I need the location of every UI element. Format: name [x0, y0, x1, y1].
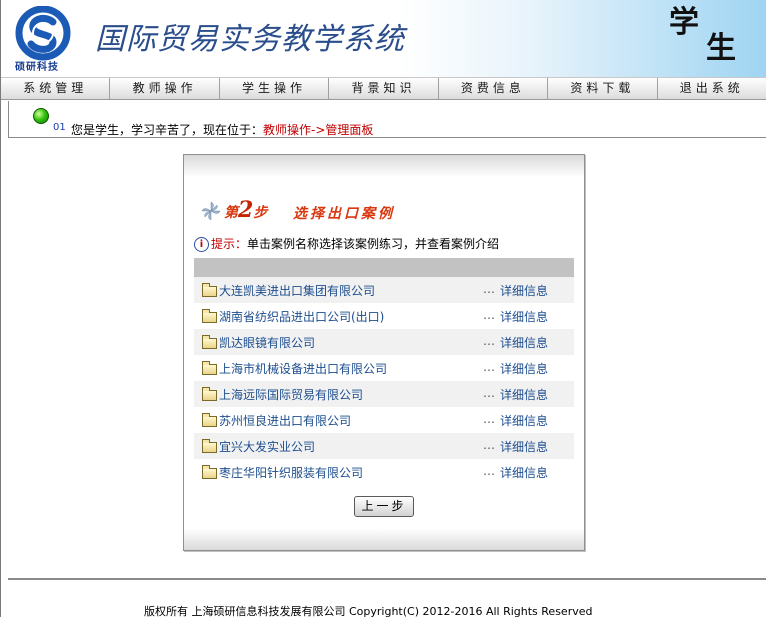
folder-icon	[202, 309, 217, 323]
footer-divider	[8, 578, 766, 580]
list-item: 大连凯美进出口集团有限公司 … 详细信息	[194, 277, 574, 303]
location-text: 您是学生，学习辛苦了，现在位于：教师操作->管理面板	[71, 121, 373, 138]
nav-item-background[interactable]: 背景知识	[329, 78, 439, 99]
detail-link[interactable]: 详细信息	[500, 360, 548, 377]
case-list-header	[194, 258, 574, 277]
case-name-link[interactable]: 湖南省纺织品进出口公司(出口)	[219, 308, 384, 325]
step-title: 选择出口案例	[293, 206, 395, 222]
folder-icon	[202, 335, 217, 349]
step-prefix: 第	[224, 205, 238, 221]
main-nav: 系统管理 教师操作 学生操作 背景知识 资费信息 资料下载 退出系统	[1, 77, 766, 100]
step-suffix: 步	[253, 205, 268, 221]
ellipsis: …	[483, 308, 495, 322]
detail-link[interactable]: 详细信息	[500, 412, 548, 429]
hint-text: 单击案例名称选择该案例练习，并查看案例介绍	[247, 237, 500, 251]
detail-link[interactable]: 详细信息	[500, 386, 548, 403]
hint-label: 提示：	[211, 237, 248, 251]
list-item: 宜兴大发实业公司 … 详细信息	[194, 433, 574, 459]
app-title: 国际贸易实务教学系统	[95, 22, 405, 57]
nav-item-fees[interactable]: 资费信息	[439, 78, 549, 99]
detail-link[interactable]: 详细信息	[500, 464, 548, 481]
case-name-link[interactable]: 上海市机械设备进出口有限公司	[219, 360, 387, 377]
case-name-link[interactable]: 大连凯美进出口集团有限公司	[219, 282, 375, 299]
ellipsis: …	[483, 386, 495, 400]
logo-text: 硕研科技	[15, 62, 59, 73]
nav-item-system-admin[interactable]: 系统管理	[1, 78, 111, 99]
detail-link[interactable]: 详细信息	[500, 308, 548, 325]
case-selection-panel: 第2步 选择出口案例 i 提示：单击案例名称选择该案例练习，并查看案例介绍 大连凯…	[183, 154, 585, 551]
hint-line: i 提示：单击案例名称选择该案例练习，并查看案例介绍	[194, 235, 499, 252]
list-item: 上海市机械设备进出口有限公司 … 详细信息	[194, 355, 574, 381]
ellipsis: …	[483, 412, 495, 426]
case-rows: 大连凯美进出口集团有限公司 … 详细信息 湖南省纺织品进出口公司(出口) … 详…	[194, 277, 574, 485]
folder-icon	[202, 439, 217, 453]
ellipsis: …	[483, 438, 495, 452]
nav-item-teacher-ops[interactable]: 教师操作	[110, 78, 220, 99]
role-char-2: 生	[706, 31, 736, 66]
location-path: 教师操作->管理面板	[263, 123, 374, 137]
info-icon: i	[194, 237, 209, 252]
detail-link[interactable]: 详细信息	[500, 334, 548, 351]
detail-link[interactable]: 详细信息	[500, 282, 548, 299]
pinwheel-icon	[201, 201, 221, 221]
list-item: 湖南省纺织品进出口公司(出口) … 详细信息	[194, 303, 574, 329]
detail-link[interactable]: 详细信息	[500, 438, 548, 455]
list-item: 苏州恒良进出口有限公司 … 详细信息	[194, 407, 574, 433]
case-name-link[interactable]: 宜兴大发实业公司	[219, 438, 315, 455]
ellipsis: …	[483, 360, 495, 374]
case-name-link[interactable]: 枣庄华阳针织服装有限公司	[219, 464, 363, 481]
header-banner: 硕研科技 国际贸易实务教学系统 学 生	[1, 0, 766, 77]
case-name-link[interactable]: 苏州恒良进出口有限公司	[219, 412, 351, 429]
nav-item-downloads[interactable]: 资料下载	[548, 78, 658, 99]
ellipsis: …	[483, 282, 495, 296]
previous-step-button[interactable]: 上一步	[354, 496, 414, 517]
list-item: 上海远际国际贸易有限公司 … 详细信息	[194, 381, 574, 407]
folder-icon	[202, 413, 217, 427]
nav-item-exit[interactable]: 退出系统	[658, 78, 766, 99]
case-name-link[interactable]: 上海远际国际贸易有限公司	[219, 386, 363, 403]
location-number: 01	[53, 122, 66, 133]
folder-icon	[202, 387, 217, 401]
step-label: 第2步	[224, 197, 267, 223]
folder-icon	[202, 283, 217, 297]
step-number: 2	[238, 197, 254, 223]
role-char-1: 学	[669, 5, 699, 40]
folder-icon	[202, 361, 217, 375]
case-name-link[interactable]: 凯达眼镜有限公司	[219, 334, 315, 351]
list-item: 枣庄华阳针织服装有限公司 … 详细信息	[194, 459, 574, 485]
nav-item-student-ops[interactable]: 学生操作	[220, 78, 330, 99]
location-prefix: 您是学生，学习辛苦了，现在位于：	[71, 123, 264, 137]
list-item: 凯达眼镜有限公司 … 详细信息	[194, 329, 574, 355]
case-list: 大连凯美进出口集团有限公司 … 详细信息 湖南省纺织品进出口公司(出口) … 详…	[194, 258, 574, 485]
status-dot-icon	[33, 108, 49, 124]
location-bar: 01 您是学生，学习辛苦了，现在位于：教师操作->管理面板	[8, 101, 766, 138]
ellipsis: …	[483, 464, 495, 478]
folder-icon	[202, 465, 217, 479]
ellipsis: …	[483, 334, 495, 348]
